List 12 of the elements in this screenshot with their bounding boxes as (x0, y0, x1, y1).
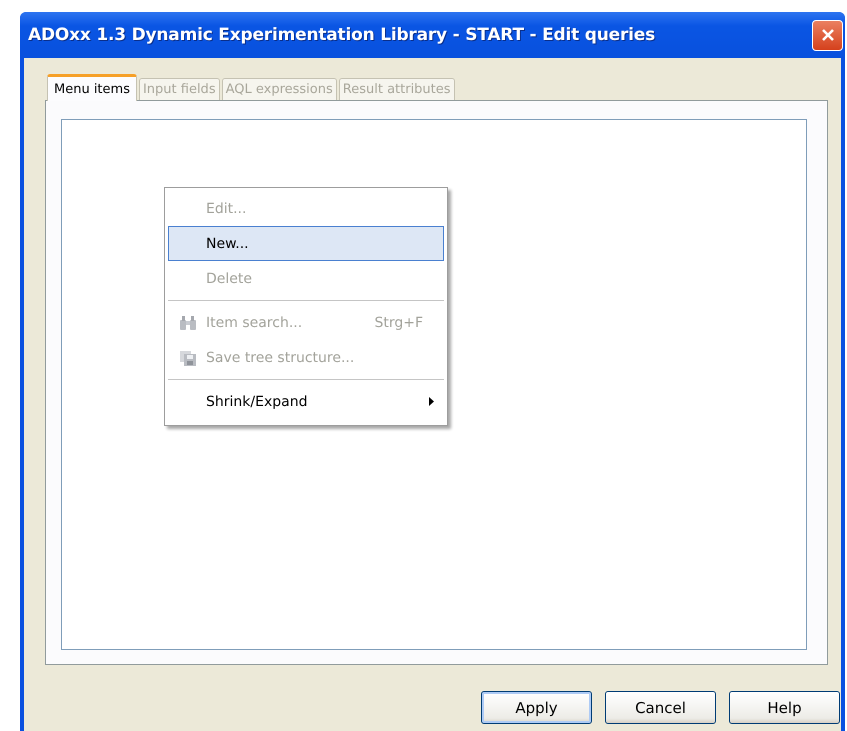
close-button[interactable] (812, 20, 843, 50)
dialog-button[interactable]: Help (729, 691, 840, 724)
window-title: ADOxx 1.3 Dynamic Experimentation Library - START - Edit queries (28, 25, 656, 45)
floppy-disk-icon (178, 350, 196, 366)
close-icon (820, 27, 836, 43)
submenu-arrow-icon (429, 397, 434, 406)
dialog-button[interactable]: Cancel (605, 691, 716, 724)
binoculars-icon (178, 314, 196, 330)
menu-item[interactable]: New... (168, 226, 444, 261)
menu-item[interactable]: Shrink/Expand (168, 384, 444, 419)
tab[interactable]: Menu items (47, 74, 137, 101)
dialog-button[interactable]: Apply (481, 691, 592, 724)
